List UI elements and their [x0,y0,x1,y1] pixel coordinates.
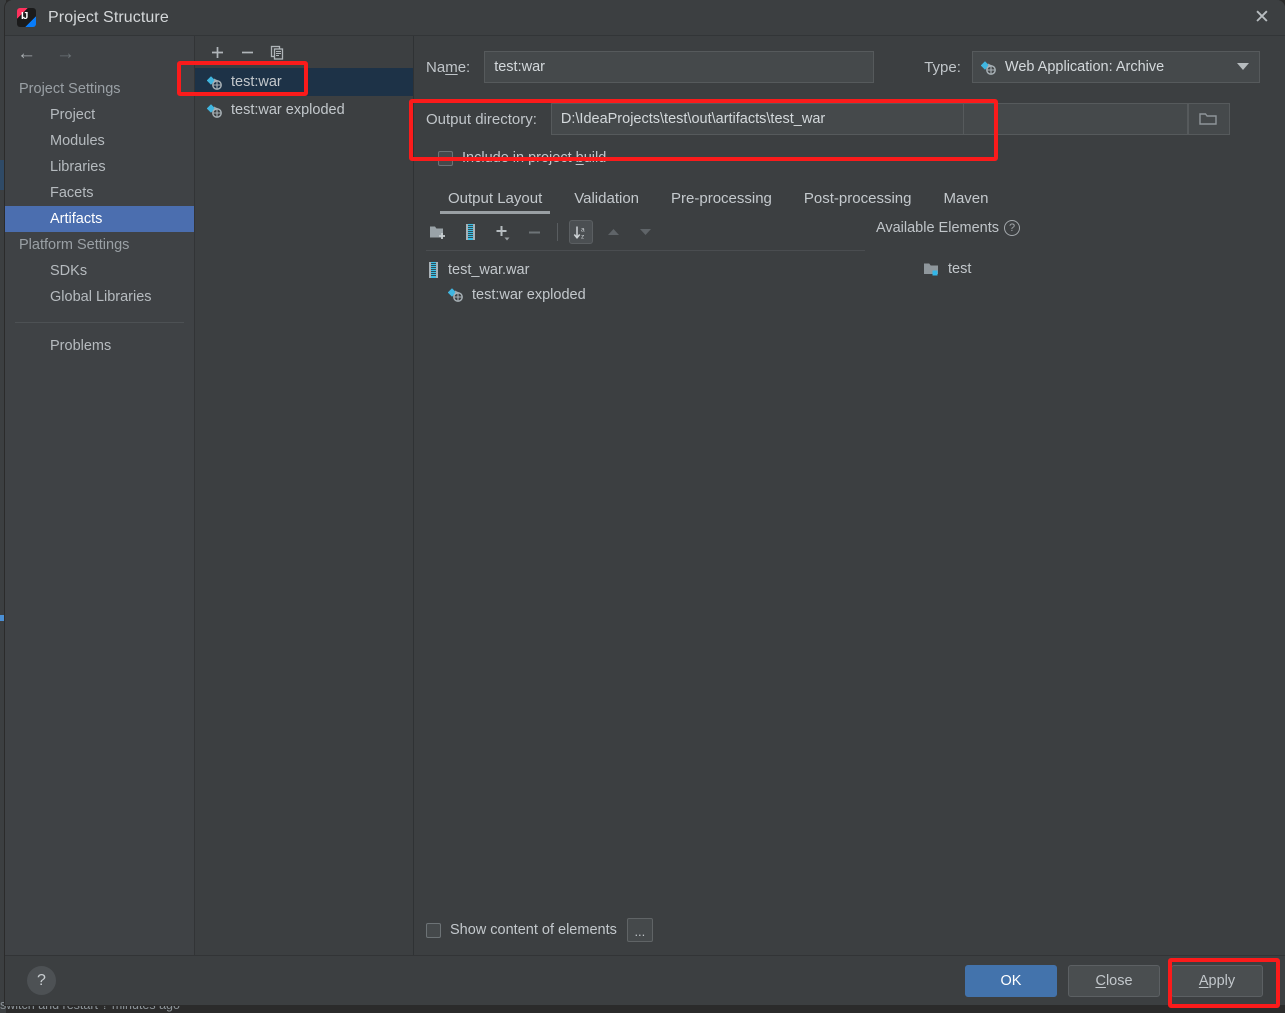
remove-artifact-button[interactable] [237,42,257,62]
available-elements-tree: test [865,250,1285,307]
tree-row[interactable]: test:war exploded [426,282,865,307]
intellij-idea-icon: IJ [17,8,36,27]
show-content-of-elements-label: Show content of elements [450,922,617,938]
sidebar-group-platform-settings: Platform Settings [19,237,130,253]
archive-icon [426,261,441,279]
add-artifact-button[interactable] [207,42,227,62]
web-archive-icon [207,74,224,91]
web-exploded-icon [207,102,224,119]
dialog-content: ← → Project Settings Project Modules Lib… [5,36,1285,955]
type-combobox-value: Web Application: Archive [1004,59,1165,75]
dialog-titlebar: IJ Project Structure ✕ [5,0,1285,36]
artifact-item-label: test:war [231,74,282,90]
sidebar-item-sdks[interactable]: SDKs [5,258,194,284]
tree-row[interactable]: test [865,256,1285,281]
svg-text:z: z [581,233,584,240]
help-icon[interactable]: ? [1004,220,1020,236]
sidebar-item-problems[interactable]: Problems [5,333,194,359]
available-elements-label: Available Elements [875,220,999,236]
sidebar-divider [15,322,184,323]
output-layout-footer: Show content of elements ... [414,905,1285,955]
dialog-title: Project Structure [48,8,169,26]
type-label: Type: [924,58,961,76]
include-in-project-build-label: Include in project build [462,150,607,166]
tree-row-label: test_war.war [448,261,530,278]
browse-directory-button[interactable] [1187,103,1230,135]
dialog-button-bar: ? OK Close Apply [5,955,1285,1005]
layout-trees: test_war.war test:war exploded test [414,250,1285,307]
tab-post-processing[interactable]: Post-processing [788,190,928,214]
output-layout-toolbar: a z Available Elements ? [414,214,1285,244]
remove-element-button [522,220,546,244]
module-folder-icon [923,261,941,277]
create-directory-button[interactable] [426,220,450,244]
artifacts-list-panel: test:war test:war exploded [195,36,414,955]
output-directory-input[interactable]: D:\IdeaProjects\test\out\artifacts\test_… [550,103,964,135]
more-options-button[interactable]: ... [626,918,653,942]
artifact-detail-panel: Name: test:war Type: Web Application: Ar… [414,36,1285,955]
ide-background-marker [0,615,4,621]
include-in-project-build-checkbox[interactable]: Include in project build [438,150,1285,166]
output-directory-label: Output directory: [426,110,537,128]
name-label: Name: [426,58,471,76]
copy-artifact-button[interactable] [267,42,287,62]
sidebar-navigation: ← → [5,36,194,70]
type-combobox[interactable]: Web Application: Archive [971,51,1260,83]
forward-icon[interactable]: → [56,44,75,63]
tab-output-layout[interactable]: Output Layout [432,190,558,214]
tab-pre-processing[interactable]: Pre-processing [655,190,788,214]
artifact-item-test-war-exploded[interactable]: test:war exploded [195,96,413,124]
apply-button[interactable]: Apply [1171,964,1263,997]
detail-tabs: Output Layout Validation Pre-processing … [432,184,1285,214]
tab-validation[interactable]: Validation [558,190,655,214]
tree-row-label: test [948,260,972,277]
create-archive-button[interactable] [458,220,482,244]
move-up-button [601,220,625,244]
sidebar-item-global-libraries[interactable]: Global Libraries [5,284,194,310]
move-down-button [633,220,657,244]
tree-row-label: test:war exploded [472,286,586,303]
artifacts-toolbar [195,36,413,62]
sidebar-item-project[interactable]: Project [5,102,194,128]
output-directory-input-tail[interactable] [963,103,1188,135]
artifact-item-test-war[interactable]: test:war [195,68,413,96]
checkbox-box [438,150,453,166]
settings-sidebar: ← → Project Settings Project Modules Lib… [5,36,195,955]
svg-text:a: a [581,226,585,233]
sidebar-group-project-settings: Project Settings [19,81,121,97]
project-structure-dialog: IJ Project Structure ✕ ← → Project Setti… [5,0,1285,1005]
chevron-down-icon [1236,63,1249,70]
sidebar-item-modules[interactable]: Modules [5,128,194,154]
sidebar-item-artifacts[interactable]: Artifacts [5,206,194,232]
name-type-row: Name: test:war Type: Web Application: Ar… [426,50,1267,84]
tab-maven[interactable]: Maven [927,190,1004,214]
add-copy-of-button[interactable] [490,220,514,244]
help-button[interactable]: ? [27,966,56,995]
output-layout-tree: test_war.war test:war exploded [426,250,865,307]
sort-elements-button[interactable]: a z [569,220,593,244]
close-icon[interactable]: ✕ [1239,0,1285,35]
checkbox-box [426,922,441,938]
sidebar-nav-list: Project Settings Project Modules Librari… [5,76,194,359]
name-input[interactable]: test:war [484,51,875,83]
toolbar-divider [557,223,558,241]
output-directory-row: Output directory: D:\IdeaProjects\test\o… [426,102,1267,136]
ok-button[interactable]: OK [965,964,1057,997]
show-content-of-elements-checkbox[interactable]: Show content of elements [426,922,617,938]
sidebar-item-libraries[interactable]: Libraries [5,154,194,180]
artifacts-list: test:war test:war exploded [195,68,413,124]
dialog-action-buttons: OK Close Apply [965,964,1263,997]
tree-row[interactable]: test_war.war [426,257,865,282]
artifact-item-label: test:war exploded [231,102,345,118]
available-elements-header: Available Elements ? [876,220,1020,236]
close-button[interactable]: Close [1068,964,1160,997]
sidebar-item-facets[interactable]: Facets [5,180,194,206]
web-archive-icon [980,59,998,76]
back-icon[interactable]: ← [17,44,36,63]
web-exploded-icon [448,286,465,303]
